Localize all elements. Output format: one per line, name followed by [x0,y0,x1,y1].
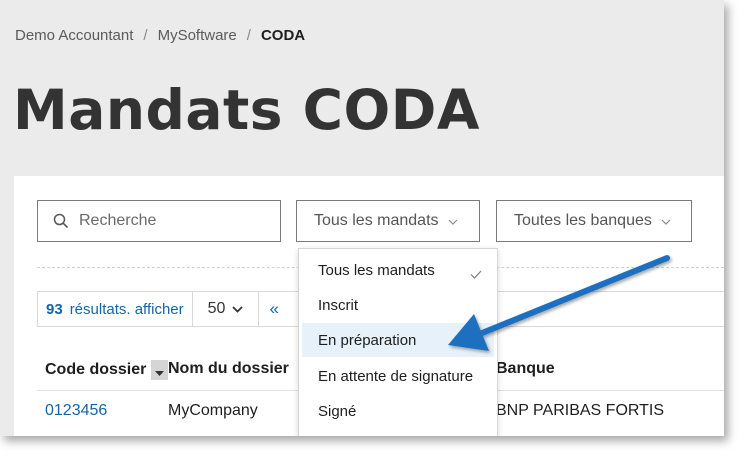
breadcrumb-separator: / [143,27,148,44]
search-placeholder: Recherche [79,212,157,229]
row-code-link[interactable]: 0123456 [45,402,107,420]
result-count-number: 93 [46,300,63,318]
dropdown-option-label: En attente de signature [318,367,474,385]
dropdown-option-label: En préparation [318,331,417,349]
bank-filter-label: Toutes les banques [514,212,652,229]
result-count: 93 résultats. afficher [38,292,193,326]
row-bank: BNP PARIBAS FORTIS [496,402,665,419]
chevron-down-icon [232,300,244,318]
search-input[interactable]: Recherche [37,200,281,242]
dropdown-option-label: Tous les mandats [318,261,435,279]
dropdown-option-awaiting-signature[interactable]: En attente de signature [302,359,494,393]
breadcrumb-separator: / [246,27,251,44]
breadcrumb-item-software[interactable]: MySoftware [158,27,237,44]
column-header-code[interactable]: Code dossier [45,360,169,380]
chevron-down-icon [661,212,671,230]
dropdown-option-label: Inscrit [318,296,359,314]
column-header-name[interactable]: Nom du dossier [168,360,289,378]
pagination: 93 résultats. afficher 50 « [37,291,301,327]
dropdown-option-signed[interactable]: Signé [302,394,494,428]
breadcrumb-current: CODA [260,27,306,44]
bank-filter-select[interactable]: Toutes les banques [496,200,692,242]
chevron-down-icon [448,212,458,230]
column-header-code-label: Code dossier [45,361,147,378]
mandate-filter-select[interactable]: Tous les mandats [296,200,480,242]
dropdown-option-all[interactable]: Tous les mandats [302,253,494,287]
dropdown-option-in-preparation[interactable]: En préparation [302,323,494,357]
app-window: Demo Accountant / MySoftware / CODA Mand… [0,0,724,436]
dropdown-option-label: Signé [318,402,357,420]
column-header-bank[interactable]: Banque [496,360,555,378]
breadcrumb-item-accountant[interactable]: Demo Accountant [15,27,133,44]
mandate-filter-label: Tous les mandats [314,212,439,229]
first-page-button[interactable]: « [259,292,299,326]
page-size-value: 50 [207,300,226,317]
search-icon [53,213,69,229]
dropdown-option-registered[interactable]: Inscrit [302,288,494,322]
row-name: MyCompany [168,402,258,419]
mandate-filter-dropdown: Tous les mandats Inscrit En préparation … [298,248,498,436]
sort-icon[interactable] [151,360,169,380]
result-count-label: résultats. afficher [69,300,184,318]
breadcrumb: Demo Accountant / MySoftware / CODA [15,27,305,44]
page-size-select[interactable]: 50 [193,292,260,326]
check-icon [470,266,482,283]
page-title: Mandats CODA [13,78,481,142]
